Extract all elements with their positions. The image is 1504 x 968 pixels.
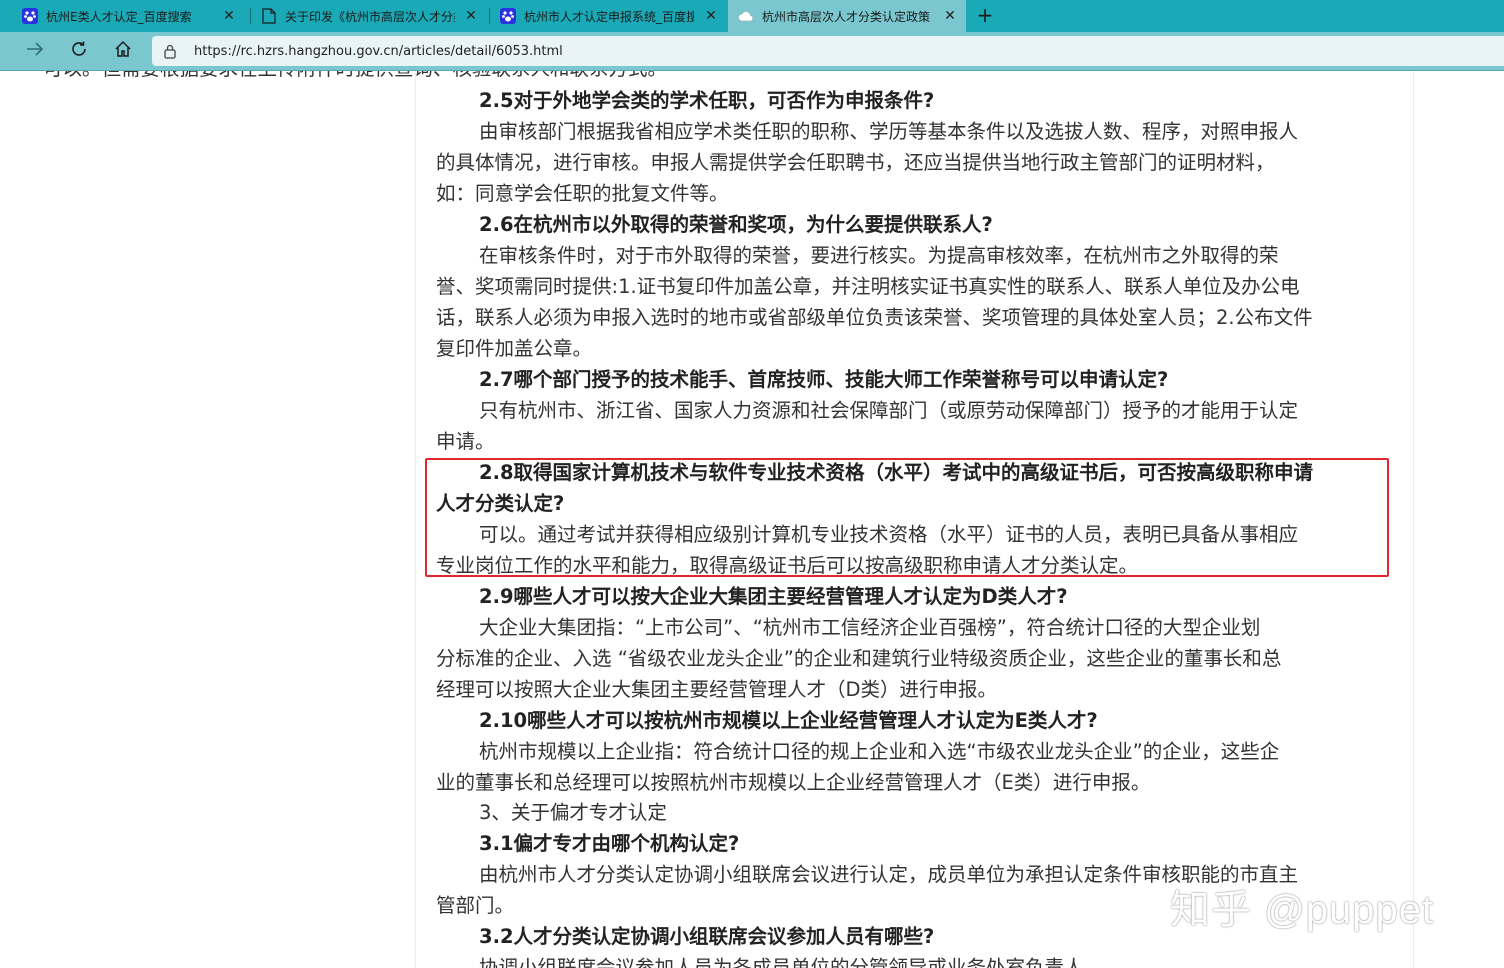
tab-baidu-search-e-class[interactable]: 杭州E类人才认定_百度搜索 ✕ xyxy=(12,0,245,32)
tab-baidu-search-system[interactable]: 杭州市人才认定申报系统_百度搜 ✕ xyxy=(490,0,727,32)
question-heading: 2.9哪些人才可以按大企业大集团主要经营管理人才认定为D类人才? xyxy=(479,585,1068,608)
paragraph-line: 在审核条件时，对于市外取得的荣誉，要进行核实。为提高审核效率，在杭州市之外取得的… xyxy=(479,244,1279,267)
watermark: 知乎 @puppet xyxy=(1170,888,1435,932)
navigation-toolbar: https://rc.hzrs.hangzhou.gov.cn/articles… xyxy=(0,32,1504,71)
question-heading: 2.6在杭州市以外取得的荣誉和奖项，为什么要提供联系人? xyxy=(479,213,993,236)
question-heading: 3.2人才分类认定协调小组联席会议参加人员有哪些? xyxy=(479,925,935,948)
lock-icon xyxy=(164,43,178,59)
paragraph-line: 如：同意学会任职的批复文件等。 xyxy=(436,182,729,205)
paragraph-line: 协调小组联席会议参加人员为各成员单位的分管领导或业务处室负责人。 xyxy=(479,956,1104,968)
tab-current-article[interactable]: 杭州市高层次人才分类认定政策 ✕ xyxy=(728,0,966,32)
question-heading: 2.10哪些人才可以按杭州市规模以上企业经营管理人才认定为E类人才? xyxy=(479,709,1098,732)
close-icon[interactable]: ✕ xyxy=(942,8,958,24)
paragraph-line: 大企业大集团指：“上市公司”、“杭州市工信经济企业百强榜”，符合统计口径的大型企… xyxy=(479,616,1261,639)
paragraph-line: 的具体情况，进行审核。申报人需提供学会任职聘书，还应当提供当地行政主管部门的证明… xyxy=(436,151,1275,174)
tab-title: 杭州市高层次人才分类认定政策 xyxy=(762,9,931,24)
new-tab-button[interactable]: + xyxy=(975,5,995,27)
baidu-paw-icon xyxy=(22,8,38,24)
close-icon[interactable]: ✕ xyxy=(463,8,479,24)
paragraph-line: 誉、奖项需同时提供:1.证书复印件加盖公章，并注明核实证书真实性的联系人、联系人… xyxy=(436,275,1300,298)
paragraph-line: 复印件加盖公章。 xyxy=(436,337,593,360)
tab-policy-document[interactable]: 关于印发《杭州市高层次人才分类 ✕ xyxy=(251,0,487,32)
section-heading: 3、关于偏才专才认定 xyxy=(479,801,667,824)
column-divider xyxy=(415,71,416,968)
back-button[interactable] xyxy=(20,36,50,66)
home-button[interactable] xyxy=(108,36,138,66)
clipped-line: 可以。但需要根据要求在上传附件时提供查询、核验联系人和联系方式。 xyxy=(43,71,667,84)
paragraph-line: 话，联系人必须为申报入选时的地市或省部级单位负责该荣誉、奖项管理的具体处室人员；… xyxy=(436,306,1313,329)
question-heading: 2.5对于外地学会类的学术任职，可否作为申报条件? xyxy=(479,89,935,112)
url-text: https://rc.hzrs.hangzhou.gov.cn/articles… xyxy=(194,43,563,59)
paragraph-line: 只有杭州市、浙江省、国家人力资源和社会保障部门（或原劳动保障部门）授予的才能用于… xyxy=(479,399,1299,422)
paragraph-line: 分标准的企业、入选 “省级农业龙头企业”的企业和建筑行业特级资质企业，这些企业的… xyxy=(436,647,1282,670)
close-icon[interactable]: ✕ xyxy=(221,8,237,24)
paragraph-line: 业的董事长和总经理可以按照杭州市规模以上企业经营管理人才（E类）进行申报。 xyxy=(436,771,1151,794)
tab-title: 杭州市人才认定申报系统_百度搜 xyxy=(524,9,694,24)
paragraph-line: 杭州市规模以上企业指：符合统计口径的规上企业和入选“市级农业龙头企业”的企业，这… xyxy=(479,740,1280,763)
close-icon[interactable]: ✕ xyxy=(703,8,719,24)
paragraph-line: 管部门。 xyxy=(436,894,515,917)
tab-strip: 杭州E类人才认定_百度搜索 ✕ 关于印发《杭州市高层次人才分类 ✕ 杭州市人才认… xyxy=(0,0,1504,32)
refresh-button[interactable] xyxy=(64,36,94,66)
address-bar[interactable]: https://rc.hzrs.hangzhou.gov.cn/articles… xyxy=(152,36,1504,66)
question-heading: 3.1偏才专才由哪个机构认定? xyxy=(479,832,740,855)
column-divider xyxy=(1413,71,1414,968)
arrow-right-icon xyxy=(26,41,44,61)
document-icon xyxy=(261,8,277,24)
paragraph-line: 申请。 xyxy=(436,430,495,453)
paragraph-line: 经理可以按照大企业大集团主要经营管理人才（D类）进行申报。 xyxy=(436,678,998,701)
highlight-box xyxy=(425,458,1389,577)
question-heading: 2.7哪个部门授予的技术能手、首席技师、技能大师工作荣誉称号可以申请认定? xyxy=(479,368,1169,391)
loading-cloud-icon xyxy=(738,8,754,24)
baidu-paw-icon xyxy=(500,8,516,24)
tab-title: 杭州E类人才认定_百度搜索 xyxy=(46,9,192,24)
tab-title: 关于印发《杭州市高层次人才分类 xyxy=(285,9,455,24)
page-viewport: 可以。但需要根据要求在上传附件时提供查询、核验联系人和联系方式。 2.5对于外地… xyxy=(0,71,1504,968)
paragraph-line: 由审核部门根据我省相应学术类任职的职称、学历等基本条件以及选拔人数、程序，对照申… xyxy=(479,120,1299,143)
refresh-icon xyxy=(70,40,88,62)
home-icon xyxy=(114,40,132,62)
